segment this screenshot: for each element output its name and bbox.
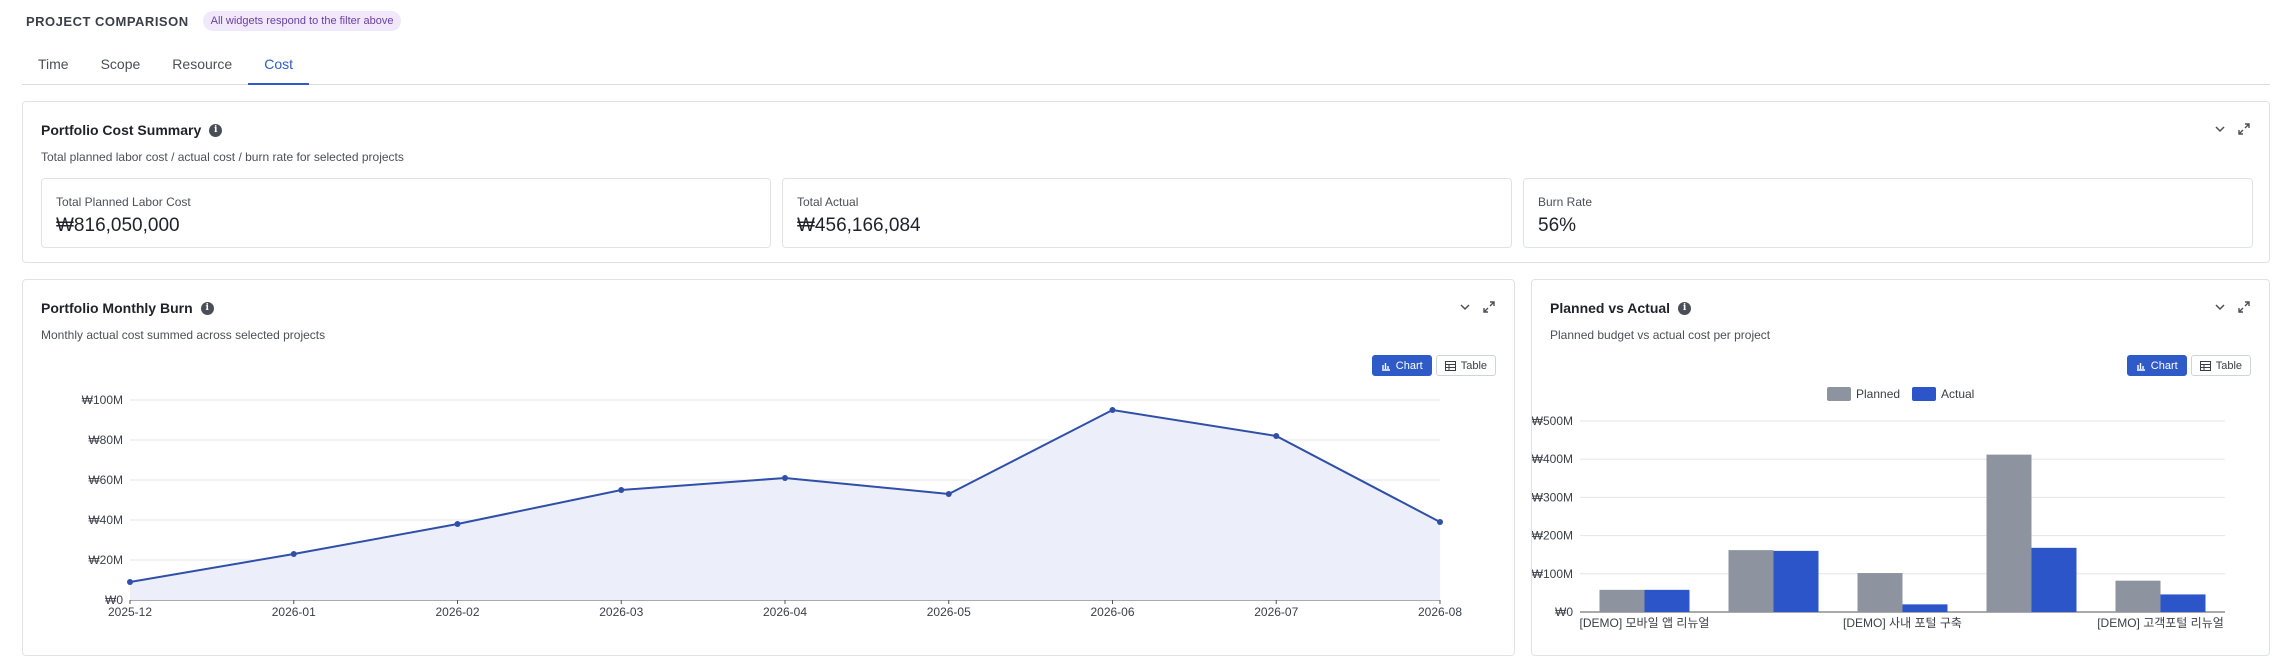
data-point bbox=[1273, 433, 1280, 439]
y-tick-label: ₩40M bbox=[88, 513, 123, 527]
filter-badge: All widgets respond to the filter above bbox=[202, 11, 402, 31]
bar-planned bbox=[2115, 580, 2161, 612]
kpi-label: Total Planned Labor Cost bbox=[56, 195, 191, 209]
tab-bar: Time Scope Resource Cost bbox=[22, 52, 2270, 85]
area-fill bbox=[130, 410, 1440, 600]
x-tick-label: 2026-05 bbox=[927, 605, 971, 619]
data-point bbox=[454, 521, 461, 527]
monthly-burn-chart: ₩0₩20M₩40M₩60M₩80M₩100M2025-12 2026-01 202… bbox=[82, 393, 1463, 619]
tab-resource[interactable]: Resource bbox=[156, 52, 248, 85]
x-tick-label: 2025-12 bbox=[108, 605, 152, 619]
legend-label-planned: Planned bbox=[1856, 387, 1900, 401]
cost-summary-card: Portfolio Cost Summary i Total planned l… bbox=[22, 101, 2270, 263]
y-tick-label: ₩500M bbox=[1532, 414, 1573, 428]
x-tick-label: [DEMO] 모바일 앱 리뉴얼 bbox=[1580, 616, 1710, 630]
x-tick-label: 2026-06 bbox=[1090, 605, 1134, 619]
y-tick-label: ₩100M bbox=[82, 393, 123, 407]
chevron-down-icon[interactable] bbox=[2213, 122, 2227, 136]
data-point bbox=[618, 487, 625, 493]
info-icon[interactable]: i bbox=[209, 123, 223, 137]
x-tick-label: 2026-03 bbox=[599, 605, 643, 619]
y-tick-label: ₩100M bbox=[1532, 567, 1573, 581]
y-tick-label: ₩200M bbox=[1532, 529, 1573, 543]
x-tick-label: 2026-07 bbox=[1254, 605, 1298, 619]
cost-summary-title-text: Portfolio Cost Summary bbox=[41, 122, 202, 138]
y-tick-label: ₩400M bbox=[1532, 452, 1573, 466]
tab-scope[interactable]: Scope bbox=[85, 52, 157, 85]
bar-actual bbox=[2160, 594, 2206, 612]
tab-cost[interactable]: Cost bbox=[248, 52, 310, 85]
bar-actual bbox=[2031, 547, 2077, 612]
x-tick-label: [DEMO] 고객포털 리뉴얼 bbox=[2097, 616, 2224, 630]
page-header: PROJECT COMPARISON All widgets respond t… bbox=[26, 8, 402, 34]
x-tick-label: 2026-08 bbox=[1418, 605, 1462, 619]
kpi-label: Burn Rate bbox=[1538, 195, 1593, 209]
cost-summary-subtitle: Total planned labor cost / actual cost /… bbox=[41, 150, 404, 164]
data-point bbox=[290, 551, 297, 557]
kpi-value: ₩456,166,084 bbox=[797, 215, 921, 236]
x-tick-label: 2026-01 bbox=[272, 605, 316, 619]
data-point bbox=[127, 579, 133, 585]
bar-planned bbox=[1599, 589, 1645, 612]
data-point bbox=[945, 491, 952, 497]
y-tick-label: ₩80M bbox=[88, 433, 123, 447]
page-title: PROJECT COMPARISON bbox=[26, 13, 189, 29]
data-point bbox=[1437, 519, 1443, 525]
legend-label-actual: Actual bbox=[1941, 387, 1974, 401]
legend-swatch-planned bbox=[1827, 387, 1851, 401]
planned-vs-actual-card: Planned vs Actual i Planned budget vs ac… bbox=[1531, 279, 2270, 656]
y-tick-label: ₩300M bbox=[1532, 490, 1573, 504]
expand-icon[interactable] bbox=[2237, 122, 2251, 136]
cost-summary-title: Portfolio Cost Summary i bbox=[41, 122, 223, 138]
x-tick-label: 2026-04 bbox=[763, 605, 807, 619]
legend-swatch-actual bbox=[1912, 387, 1936, 401]
bar-planned bbox=[1857, 573, 1903, 612]
kpi-total-actual: Total Actual ₩456,166,084 bbox=[782, 178, 1512, 248]
y-tick-label: ₩20M bbox=[88, 553, 123, 567]
bar-actual bbox=[1773, 550, 1819, 612]
data-point bbox=[782, 475, 788, 481]
bar-actual bbox=[1644, 589, 1690, 612]
y-tick-label: ₩0 bbox=[1555, 605, 1573, 619]
tab-time[interactable]: Time bbox=[22, 52, 85, 85]
kpi-value: 56% bbox=[1538, 215, 1577, 236]
kpi-value: ₩816,050,000 bbox=[56, 215, 180, 236]
monthly-burn-card: Portfolio Monthly Burn i Monthly actual … bbox=[22, 279, 1515, 656]
bar-planned bbox=[1728, 550, 1774, 612]
x-tick-label: 2026-02 bbox=[435, 605, 479, 619]
kpi-burn-rate: Burn Rate 56% bbox=[1523, 178, 2253, 248]
kpi-label: Total Actual bbox=[797, 195, 859, 209]
x-tick-label: [DEMO] 사내 포털 구축 bbox=[1843, 616, 1962, 630]
data-point bbox=[1109, 407, 1116, 413]
bar-planned bbox=[1986, 454, 2032, 612]
planned-vs-actual-chart: ₩0 ₩100M ₩200M ₩300M ₩400M ₩500M [DEMO] 모바일 앱 … bbox=[1532, 387, 2225, 630]
card-tools bbox=[2213, 122, 2251, 136]
y-tick-label: ₩60M bbox=[88, 473, 123, 487]
bar-actual bbox=[1902, 604, 1948, 612]
kpi-planned-labor-cost: Total Planned Labor Cost ₩816,050,000 bbox=[41, 178, 771, 248]
